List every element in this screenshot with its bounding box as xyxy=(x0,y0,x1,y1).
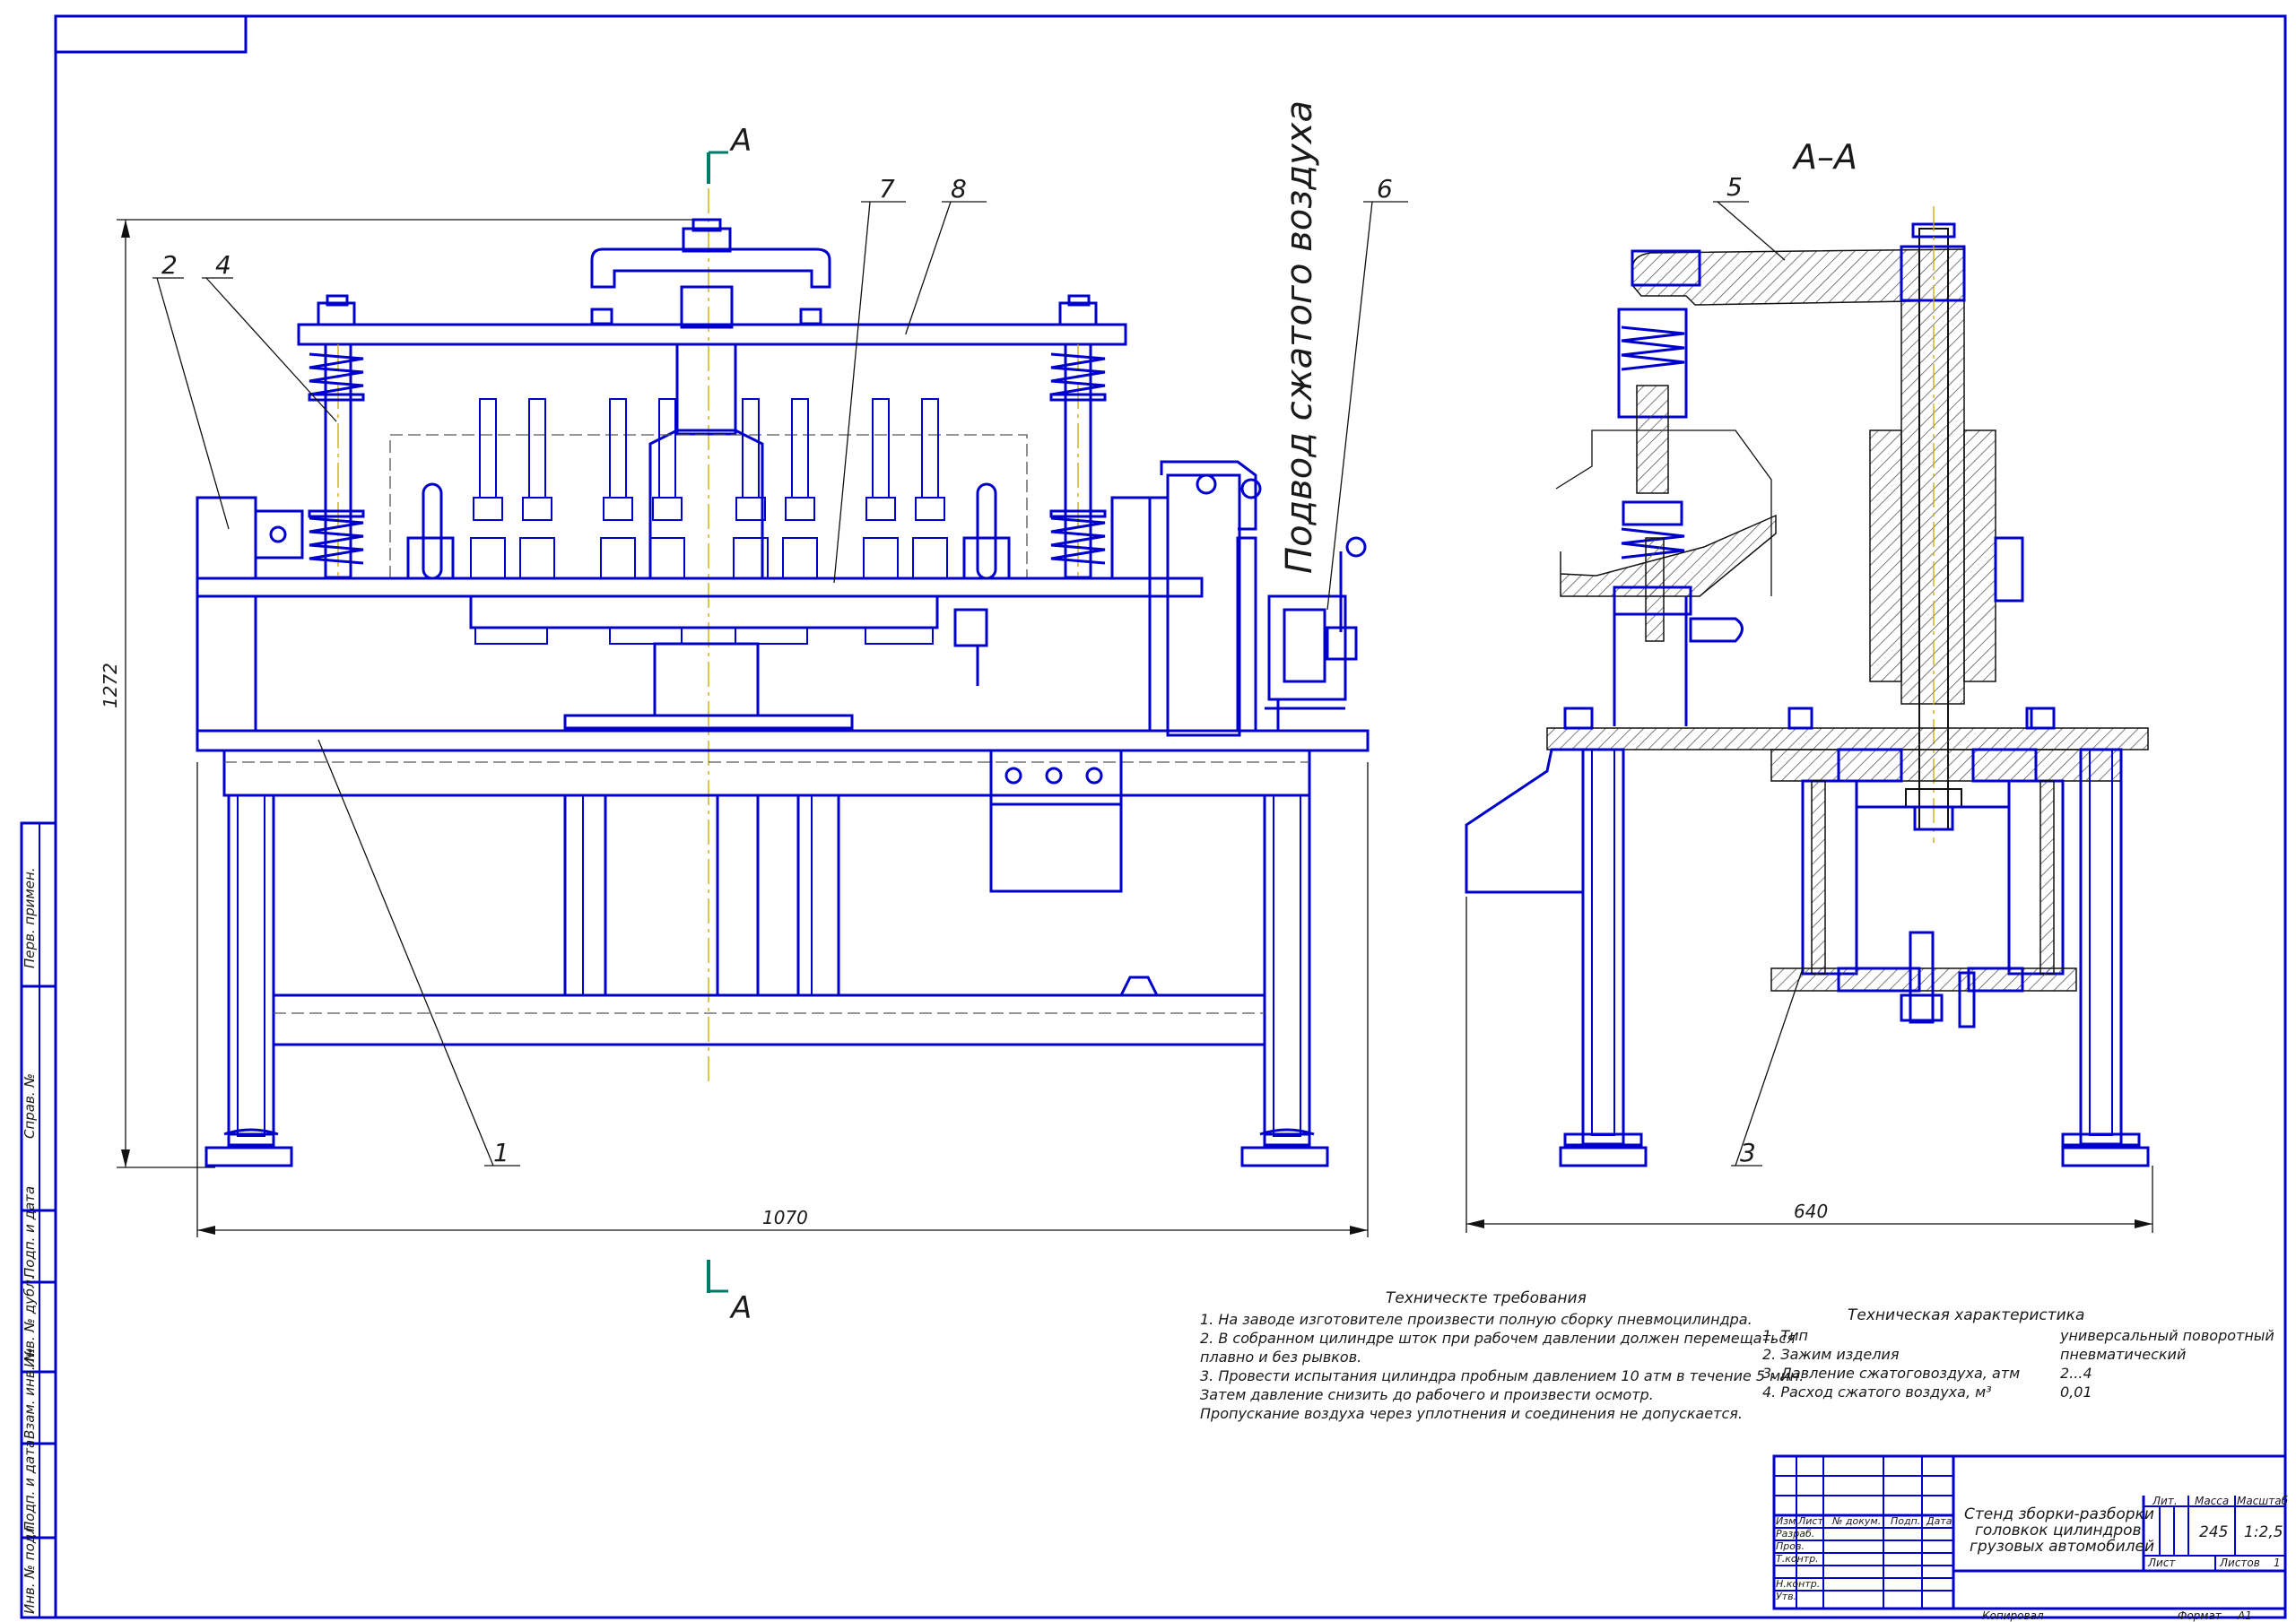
side-label-sign-date-1: Подп. и дата xyxy=(22,1186,38,1278)
tech-char-title: Техническая характеристика xyxy=(1848,1306,2084,1324)
dimension-width-front: 1070 xyxy=(196,762,1369,1237)
tb-lit-label: Лит. xyxy=(2152,1495,2178,1507)
side-label-repl-inv: Взам. инв. № xyxy=(22,1348,38,1439)
guide-column-left xyxy=(308,294,365,579)
dim-width-front-value: 1070 xyxy=(762,1207,808,1228)
tb-mass-label: Масса xyxy=(2195,1495,2229,1507)
callout-1: 1 xyxy=(493,1138,509,1167)
tech-req-line-4: 3. Провести испытания цилиндра пробным д… xyxy=(1200,1367,1804,1384)
tb-copied-label: Копировал xyxy=(1982,1609,2044,1622)
section-letter-bottom: A xyxy=(729,1290,752,1326)
section-mark-bottom: A xyxy=(707,1260,752,1326)
tech-char-value-2: пневматический xyxy=(2060,1346,2186,1363)
tech-req-line-2: 2. В собранном цилиндре шток при рабочем… xyxy=(1200,1330,1796,1347)
tb-scale-value: 1:2,5 xyxy=(2244,1523,2283,1541)
table-legs-front xyxy=(204,794,1329,1167)
technical-requirements: Техническте требования 1. На заводе изго… xyxy=(1200,1289,1804,1422)
section-letter-top: A xyxy=(729,123,752,159)
tb-name-line-2: головкок цилиндров xyxy=(1975,1522,2142,1540)
tb-row-norm-control: Н.контр. xyxy=(1776,1578,1820,1590)
callout-8: 8 xyxy=(951,174,967,204)
section-view: А–А 640 5 3 xyxy=(1465,137,2153,1233)
tech-char-label-4: 4. Расход сжатого воздуха, м³ xyxy=(1762,1383,1992,1401)
side-label-first-use: Перв. примен. xyxy=(22,867,38,968)
dim-width-section-value: 640 xyxy=(1794,1201,1828,1222)
tb-format-value: A1 xyxy=(2237,1609,2252,1622)
dimension-height: 1272 xyxy=(100,219,700,1168)
tech-char-value-1: универсальный поворотный xyxy=(2059,1327,2274,1344)
guide-column-right xyxy=(1049,294,1107,579)
front-view: A A 1272 1070 Подвод сжатого воздуха 2 4… xyxy=(100,100,1408,1326)
tb-sheets-label: Листов xyxy=(2219,1557,2260,1569)
tech-char-label-3: 3. Давление сжатоговоздуха, атм xyxy=(1762,1365,2020,1382)
tb-mass-value: 245 xyxy=(2199,1523,2228,1541)
tb-scale-label: Масштаб xyxy=(2237,1495,2289,1507)
tb-row-tech-control: Т.контр. xyxy=(1776,1553,1819,1565)
section-view-title: А–А xyxy=(1791,137,1857,177)
callout-5: 5 xyxy=(1726,172,1743,202)
side-label-sign-date-2: Подп. и дата xyxy=(22,1440,38,1531)
tech-req-line-1: 1. На заводе изготовителе произвести пол… xyxy=(1200,1311,1752,1328)
title-block: Изм. Лист № докум. Подп. Дата Разраб. Пр… xyxy=(1772,1454,2289,1622)
tb-sheet-label: Лист xyxy=(2147,1557,2176,1569)
tech-char-value-3: 2...4 xyxy=(2060,1365,2092,1382)
tech-char-value-4: 0,01 xyxy=(2060,1383,2092,1401)
tech-req-line-6: Пропускание воздуха через уплотнения и с… xyxy=(1200,1405,1743,1422)
technical-characteristics: Техническая характеристика 1. Тип универ… xyxy=(1762,1306,2274,1401)
callout-7: 7 xyxy=(879,174,895,204)
callout-3: 3 xyxy=(1740,1138,1756,1167)
dim-height-value: 1272 xyxy=(100,663,121,708)
tb-name-line-1: Стенд зборки-разборки xyxy=(1964,1505,2154,1523)
tech-char-label-1: 1. Тип xyxy=(1762,1327,1808,1344)
side-label-ref-no: Справ. № xyxy=(22,1073,38,1139)
tb-header-list: Лист xyxy=(1797,1515,1823,1527)
tech-req-line-5: Затем давление снизить до рабочего и про… xyxy=(1200,1386,1654,1403)
tb-header-doc: № докум. xyxy=(1831,1515,1881,1527)
tb-row-approved: Утв. xyxy=(1776,1591,1796,1602)
callout-6: 6 xyxy=(1377,174,1393,204)
side-label-orig-inv: Инв. № подл. xyxy=(22,1522,38,1614)
tb-header-izm: Изм. xyxy=(1776,1515,1799,1527)
tb-header-date: Дата xyxy=(1926,1515,1952,1527)
tb-header-sign: Подп. xyxy=(1891,1515,1920,1527)
tech-req-line-3: плавно и без рывков. xyxy=(1200,1349,1361,1366)
tb-format-label: Формат xyxy=(2178,1609,2222,1622)
air-supply-label: Подвод сжатого воздуха xyxy=(1279,100,1320,574)
callout-2: 2 xyxy=(161,250,178,280)
tb-row-checked: Пров. xyxy=(1776,1540,1805,1552)
tb-row-developed: Разраб. xyxy=(1776,1528,1814,1540)
tb-name-line-3: грузовых автомобилей xyxy=(1970,1538,2154,1556)
side-strip: Перв. примен. Справ. № Подп. и дата Инв.… xyxy=(20,821,57,1619)
section-mark-top: A xyxy=(707,123,752,184)
tb-sheets-value: 1 xyxy=(2274,1557,2281,1569)
tech-req-title: Техническте требования xyxy=(1386,1289,1587,1307)
callout-4: 4 xyxy=(215,250,231,280)
tech-char-label-2: 2. Зажим изделия xyxy=(1762,1346,1900,1363)
drawing-sheet: Перв. примен. Справ. № Подп. и дата Инв.… xyxy=(20,14,2289,1622)
